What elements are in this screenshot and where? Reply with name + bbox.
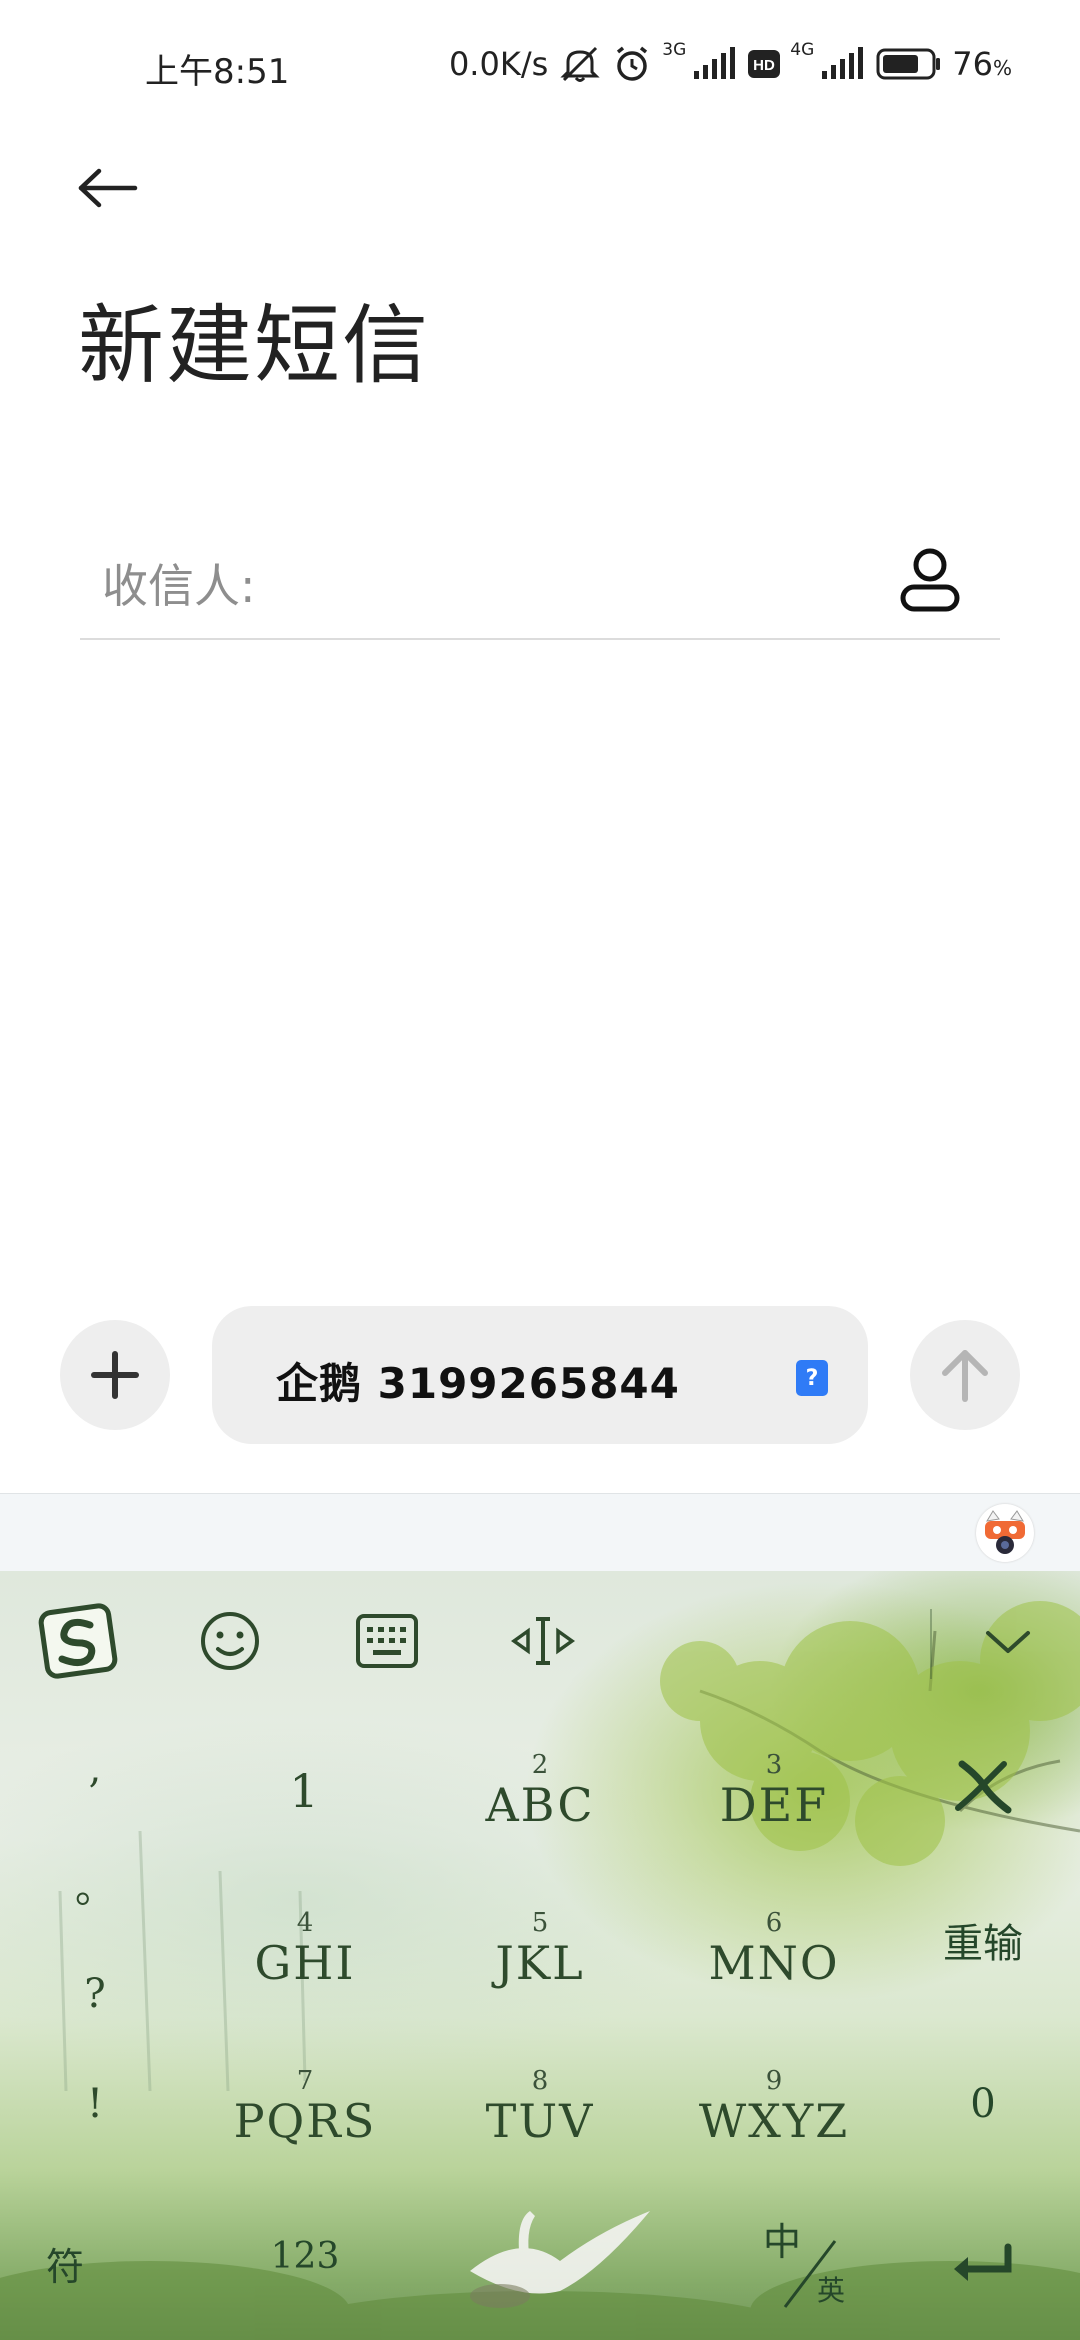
key-4-ghi[interactable]: 4 GHI	[215, 1894, 395, 2004]
key-9-num: 9	[765, 2066, 783, 2096]
input-hint-badge[interactable]: ?	[796, 1360, 828, 1396]
ime-keyboard: , 。 ? ! 1 2 ABC 3 DEF 4 GHI 5 JKL 6 MNO …	[0, 1571, 1080, 2340]
key-2-abc[interactable]: 2 ABC	[450, 1736, 630, 1846]
emoji-button[interactable]	[190, 1601, 270, 1681]
backspace-icon	[955, 1760, 1012, 1814]
key-9-label: WXYZ	[698, 2094, 850, 2148]
enter-icon	[954, 2243, 1012, 2281]
keyboard-switch-button[interactable]	[347, 1601, 427, 1681]
key-4-num: 4	[296, 1908, 314, 1938]
select-contact-button[interactable]	[890, 540, 970, 620]
key-2-label: ABC	[485, 1778, 595, 1832]
mute-icon	[558, 44, 602, 84]
send-button[interactable]	[910, 1320, 1020, 1430]
alarm-icon	[612, 44, 652, 84]
key-1[interactable]: 1	[215, 1736, 395, 1846]
backspace-key[interactable]	[918, 1756, 1048, 1826]
sim2-type: 4G	[790, 40, 815, 60]
sogou-logo-button[interactable]	[38, 1601, 118, 1681]
cursor-move-button[interactable]	[503, 1601, 583, 1681]
key-6-label: MNO	[708, 1936, 840, 1990]
punct-exclaim-key[interactable]: !	[60, 2081, 130, 2127]
cursor-move-icon	[510, 1617, 576, 1665]
key-3-def[interactable]: 3 DEF	[684, 1736, 864, 1846]
key-7-num: 7	[296, 2066, 314, 2096]
key-1-label: 1	[289, 1764, 321, 1818]
mascot-icon	[985, 1510, 1025, 1554]
plus-icon	[91, 1351, 139, 1399]
send-arrow-icon	[942, 1350, 988, 1402]
collapse-keyboard-button[interactable]	[968, 1601, 1048, 1681]
space-key[interactable]	[420, 2211, 650, 2321]
key-2-num: 2	[531, 1750, 549, 1780]
recipient-field[interactable]: 收信人:	[80, 520, 1000, 640]
key-9-wxyz[interactable]: 9 WXYZ	[684, 2052, 864, 2162]
key-3-num: 3	[765, 1750, 783, 1780]
hd-icon: HD	[748, 50, 781, 78]
signal-sim2-icon	[820, 47, 866, 81]
message-input[interactable]: 企鹅 3199265844 ?	[212, 1306, 868, 1444]
key-3-label: DEF	[719, 1778, 829, 1832]
key-8-label: TUV	[485, 2094, 595, 2148]
battery-icon	[876, 48, 942, 80]
hd-label: HD	[753, 57, 775, 74]
status-icons: 0.0K/s 3G HD 4G 76%	[449, 38, 1012, 90]
sogou-logo-icon	[38, 1603, 118, 1679]
lang-en-label: 英	[817, 2274, 846, 2307]
keyboard-icon	[356, 1614, 418, 1668]
page-title: 新建短信	[78, 296, 430, 396]
status-time: 上午8:51	[145, 52, 290, 92]
add-attachment-button[interactable]	[60, 1320, 170, 1430]
lang-switch-key[interactable]: 中 英	[755, 2211, 865, 2321]
ime-mascot-button[interactable]	[976, 1504, 1034, 1562]
battery-value: 76	[952, 45, 993, 83]
battery-unit: %	[992, 56, 1012, 80]
key-5-jkl[interactable]: 5 JKL	[450, 1894, 630, 2004]
contact-icon	[900, 548, 960, 612]
key-8-tuv[interactable]: 8 TUV	[450, 2052, 630, 2162]
toolbar-divider	[930, 1609, 932, 1679]
battery-percent: 76%	[952, 45, 1012, 83]
back-button[interactable]	[70, 150, 146, 226]
net-speed: 0.0K/s	[448, 45, 549, 83]
retype-key[interactable]: 重输	[918, 1911, 1048, 1969]
key-7-pqrs[interactable]: 7 PQRS	[215, 2052, 395, 2162]
key-5-num: 5	[531, 1908, 549, 1938]
key-4-label: GHI	[254, 1936, 356, 1990]
key-8-num: 8	[531, 2066, 549, 2096]
chevron-down-icon	[986, 1631, 1030, 1653]
recipient-label: 收信人:	[102, 559, 256, 613]
key-6-mno[interactable]: 6 MNO	[684, 1894, 864, 2004]
punct-comma-key[interactable]: ,	[60, 1746, 130, 1792]
emoji-icon	[201, 1612, 259, 1670]
punct-question-key[interactable]: ?	[60, 1971, 130, 2017]
signal-sim1-icon	[692, 47, 738, 81]
status-bar: 上午8:51 0.0K/s 3G HD 4G 76%	[0, 0, 1080, 130]
keyboard-top-strip	[0, 1493, 1080, 1572]
key-7-label: PQRS	[233, 2094, 377, 2148]
enter-key[interactable]	[918, 2241, 1048, 2301]
key-5-label: JKL	[495, 1936, 585, 1990]
sim1-type: 3G	[662, 40, 687, 60]
symbol-key[interactable]: 符	[30, 2236, 100, 2291]
zero-key[interactable]: 0	[918, 2081, 1048, 2127]
message-text: 企鹅 3199265844	[276, 1359, 680, 1408]
back-arrow-icon	[78, 168, 138, 208]
key-6-num: 6	[765, 1908, 783, 1938]
punct-period-key[interactable]: 。	[60, 1856, 130, 1914]
num-mode-key[interactable]: 123	[215, 2236, 395, 2277]
